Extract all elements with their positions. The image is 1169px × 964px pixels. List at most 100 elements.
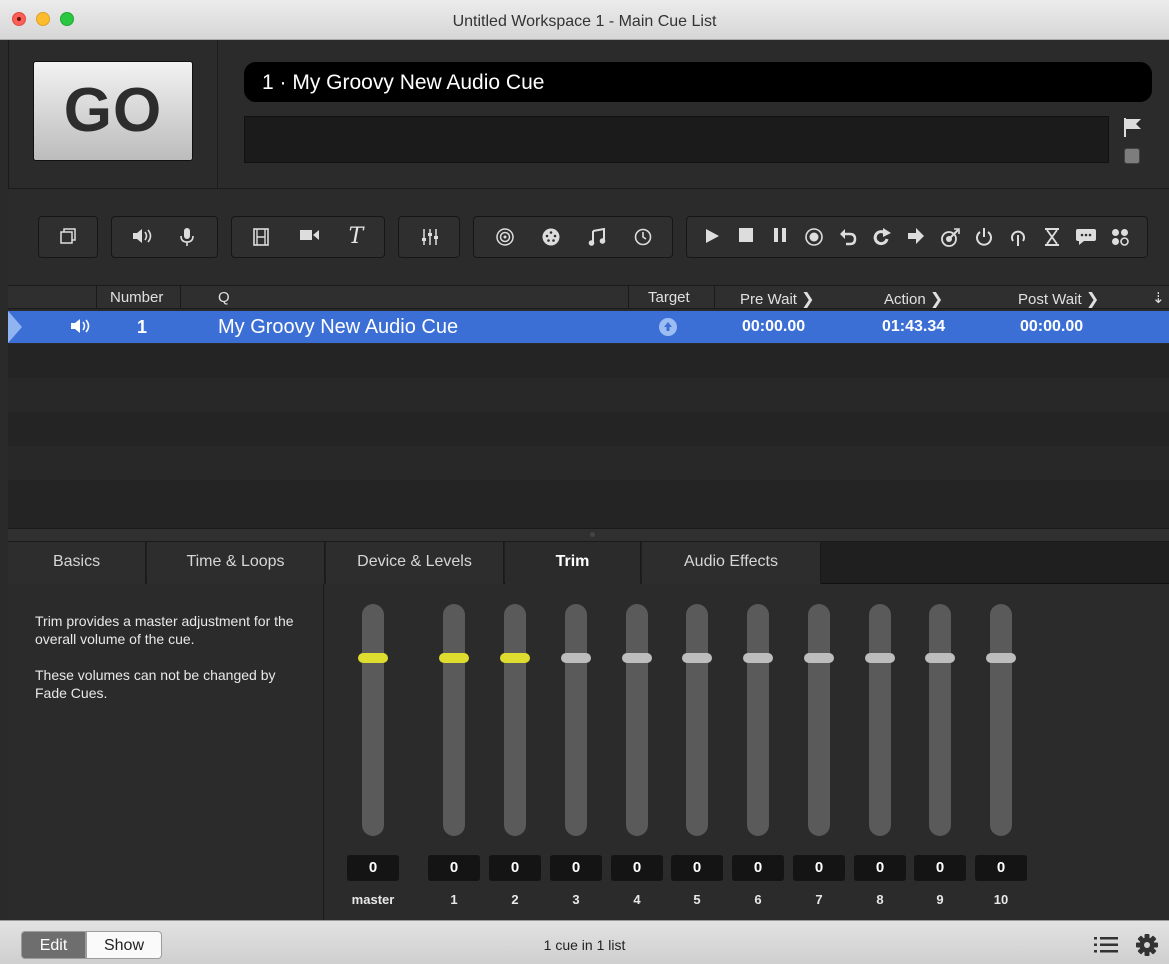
group-icon[interactable] (51, 217, 85, 257)
fader-value-field[interactable]: 0 (347, 855, 399, 881)
fader-knob[interactable] (743, 653, 773, 663)
start-cue-icon[interactable] (695, 217, 729, 257)
column-header-pre-wait[interactable]: Pre Wait ❯ (740, 289, 815, 309)
goto-cue-icon[interactable] (899, 217, 933, 257)
midi-cue-icon[interactable] (534, 217, 568, 257)
midi-file-cue-icon[interactable] (580, 217, 614, 257)
empty-row (8, 446, 1169, 480)
fader-value-field[interactable]: 0 (489, 855, 541, 881)
timecode-cue-icon[interactable] (626, 217, 660, 257)
fader-value-field[interactable]: 0 (732, 855, 784, 881)
fader-value-field[interactable]: 0 (854, 855, 906, 881)
fader-knob[interactable] (561, 653, 591, 663)
fader-knob[interactable] (865, 653, 895, 663)
tab-device-levels[interactable]: Device & Levels (326, 542, 504, 584)
fader-track[interactable] (443, 604, 465, 836)
split-view-grip[interactable] (590, 532, 595, 537)
toolbar-group-transport (686, 216, 1148, 258)
fader-value-field[interactable]: 0 (550, 855, 602, 881)
column-header-number[interactable]: Number (110, 289, 163, 306)
fader-label: 3 (572, 892, 580, 907)
tab-audio-effects[interactable]: Audio Effects (642, 542, 821, 584)
reset-cue-icon[interactable] (831, 217, 865, 257)
fader-label: 5 (693, 892, 701, 907)
trim-description-text-2: These volumes can not be changed by Fade… (35, 667, 276, 701)
fader-value-field[interactable]: 0 (671, 855, 723, 881)
fader-knob[interactable] (986, 653, 1016, 663)
post-wait-value: 00:00.00 (1020, 318, 1084, 335)
split-view-handle[interactable] (8, 528, 1169, 542)
memo-cue-icon[interactable] (1069, 217, 1103, 257)
column-header-q[interactable]: Q (218, 289, 230, 306)
fader-label: 10 (993, 892, 1009, 907)
fader-track[interactable] (626, 604, 648, 836)
status-text: 1 cue in 1 list (543, 937, 626, 953)
fader-track[interactable] (869, 604, 891, 836)
fader-label: 1 (450, 892, 458, 907)
empty-row (8, 480, 1169, 528)
devamp-cue-icon[interactable] (865, 217, 899, 257)
fader-value-field[interactable]: 0 (975, 855, 1027, 881)
stop-cue-icon[interactable] (729, 217, 763, 257)
load-cue-icon[interactable] (797, 217, 831, 257)
tab-basics[interactable]: Basics (8, 542, 146, 584)
table-row[interactable]: 1 My Groovy New Audio Cue 00:00.00 01:43… (8, 311, 1169, 343)
fader-knob[interactable] (925, 653, 955, 663)
tab-time-loops[interactable]: Time & Loops (147, 542, 325, 584)
empty-row (8, 378, 1169, 412)
fader-track[interactable] (362, 604, 384, 836)
column-header-post-wait[interactable]: Post Wait ❯ (1018, 289, 1099, 309)
fader-knob[interactable] (682, 653, 712, 663)
mic-cue-icon[interactable] (170, 217, 204, 257)
fader-value-field[interactable]: 0 (428, 855, 480, 881)
fader-value-field[interactable]: 0 (793, 855, 845, 881)
fader-track[interactable] (686, 604, 708, 836)
fade-cue-icon[interactable] (413, 217, 447, 257)
fader-track[interactable] (929, 604, 951, 836)
arm-cue-icon[interactable] (967, 217, 1001, 257)
fader-knob[interactable] (358, 653, 388, 663)
disarm-cue-icon[interactable] (1001, 217, 1035, 257)
fader-label: master (351, 892, 395, 907)
fader-track[interactable] (747, 604, 769, 836)
flag-icon (1124, 118, 1141, 137)
column-separator (714, 286, 715, 309)
sort-arrow-icon[interactable]: ⇣ (1152, 289, 1165, 307)
fader-label: 2 (511, 892, 519, 907)
fader-value-field[interactable]: 0 (914, 855, 966, 881)
fader-knob[interactable] (804, 653, 834, 663)
cue-notes-field[interactable] (244, 116, 1109, 163)
fader-track[interactable] (990, 604, 1012, 836)
fader-knob[interactable] (622, 653, 652, 663)
script-cue-icon[interactable] (1103, 217, 1137, 257)
target-arrow-icon[interactable] (659, 318, 677, 341)
column-header-target[interactable]: Target (648, 289, 690, 306)
title-bar: Untitled Workspace 1 - Main Cue List (0, 0, 1169, 40)
text-cue-icon[interactable]: T (339, 217, 373, 257)
camera-cue-icon[interactable] (293, 217, 327, 257)
fader-knob[interactable] (439, 653, 469, 663)
target-cue-icon[interactable] (933, 217, 967, 257)
video-cue-icon[interactable] (244, 217, 278, 257)
fader-track[interactable] (565, 604, 587, 836)
fader-label: 4 (633, 892, 641, 907)
audio-cue-icon[interactable] (126, 217, 160, 257)
pre-wait-label: Pre Wait (740, 291, 797, 308)
fader-value-field[interactable]: 0 (611, 855, 663, 881)
go-button[interactable]: GO (33, 61, 193, 161)
list-icon[interactable] (1094, 935, 1118, 955)
fader-label: 9 (936, 892, 944, 907)
empty-row (8, 412, 1169, 446)
gear-icon[interactable] (1136, 934, 1158, 956)
toolbar-group-audio (111, 216, 218, 258)
column-separator (96, 286, 97, 309)
network-cue-icon[interactable] (488, 217, 522, 257)
wait-cue-icon[interactable] (1035, 217, 1069, 257)
fader-track[interactable] (808, 604, 830, 836)
column-header-action[interactable]: Action ❯ (884, 289, 943, 309)
fader-track[interactable] (504, 604, 526, 836)
flag-checkbox[interactable] (1124, 148, 1140, 164)
pause-cue-icon[interactable] (763, 217, 797, 257)
tab-trim[interactable]: Trim (505, 542, 641, 584)
fader-knob[interactable] (500, 653, 530, 663)
